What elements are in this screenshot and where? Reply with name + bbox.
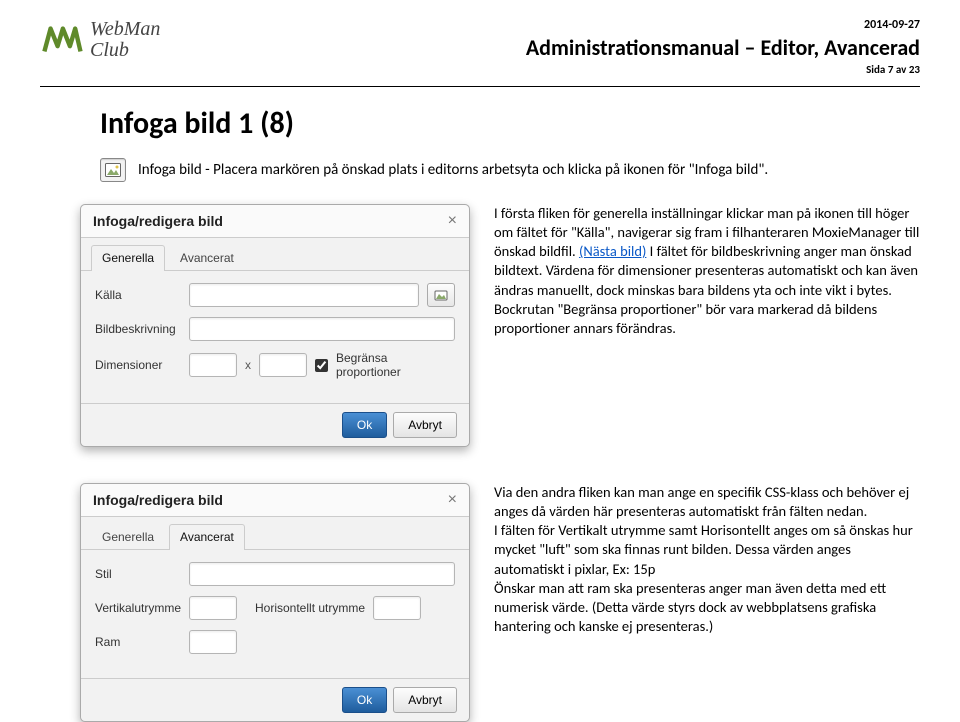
dialog-footer: Ok Avbryt (81, 403, 469, 446)
border-input[interactable] (189, 630, 237, 654)
hspace-input[interactable] (373, 596, 421, 620)
dims-x: x (245, 358, 251, 372)
row-space: Vertikalutrymme Horisontellt utrymme (95, 596, 455, 620)
row-style: Stil (95, 562, 455, 586)
logo-icon (40, 18, 84, 62)
page-title: Infoga bild 1 (8) (100, 105, 920, 142)
section-2: Infoga/redigera bild × Generella Avancer… (80, 483, 920, 722)
row-border: Ram (95, 630, 455, 654)
close-icon-2[interactable]: × (448, 492, 457, 508)
logo: WebMan Club (40, 18, 160, 62)
dialog-footer-2: Ok Avbryt (81, 678, 469, 721)
dialog-body: Källa Bildbeskrivning Dimensioner x (81, 271, 469, 403)
dialog-titlebar: Infoga/redigera bild × (81, 205, 469, 238)
section-1: Infoga/redigera bild × Generella Avancer… (80, 204, 920, 447)
width-input[interactable] (189, 353, 237, 377)
vspace-input[interactable] (189, 596, 237, 620)
tab-advanced[interactable]: Avancerat (169, 245, 245, 271)
browse-button[interactable] (427, 283, 455, 307)
ok-button[interactable]: Ok (342, 412, 387, 438)
intro-text: Infoga bild - Placera markören på önskad… (138, 161, 768, 179)
height-input[interactable] (259, 353, 307, 377)
next-image-link[interactable]: (Nästa bild) (579, 242, 646, 260)
logo-line2: Club (90, 40, 160, 61)
ok-button-2[interactable]: Ok (342, 687, 387, 713)
insert-image-icon (100, 158, 126, 182)
dialog-body-2: Stil Vertikalutrymme Horisontellt utrymm… (81, 550, 469, 678)
dialog-titlebar-2: Infoga/redigera bild × (81, 484, 469, 517)
doc-title: Administrationsmanual – Editor, Avancera… (526, 34, 920, 61)
dialog-advanced: Infoga/redigera bild × Generella Avancer… (80, 483, 470, 722)
dialog-title: Infoga/redigera bild (93, 213, 223, 229)
intro-row: Infoga bild - Placera markören på önskad… (100, 158, 920, 182)
page-number: Sida 7 av 23 (526, 63, 920, 76)
desc-2: Via den andra fliken kan man ange en spe… (494, 483, 920, 636)
label-desc: Bildbeskrivning (95, 322, 181, 336)
dialog-tabs: Generella Avancerat (81, 238, 469, 271)
row-dims: Dimensioner x Begränsa proportioner (95, 351, 455, 379)
constrain-label: Begränsa proportioner (336, 351, 455, 379)
tab-general-2[interactable]: Generella (91, 524, 165, 550)
header-rule (40, 86, 920, 87)
browse-icon (434, 288, 448, 302)
cancel-button-2[interactable]: Avbryt (393, 687, 457, 713)
label-hspace: Horisontellt utrymme (255, 601, 365, 615)
tab-advanced-2[interactable]: Avancerat (169, 524, 245, 550)
page-header: WebMan Club 2014-09-27 Administrationsma… (40, 18, 920, 76)
header-right: 2014-09-27 Administrationsmanual – Edito… (526, 18, 920, 76)
label-dims: Dimensioner (95, 358, 181, 372)
row-desc: Bildbeskrivning (95, 317, 455, 341)
row-source: Källa (95, 283, 455, 307)
constrain-checkbox[interactable] (315, 359, 328, 372)
style-input[interactable] (189, 562, 455, 586)
logo-line1: WebMan (90, 19, 160, 40)
desc-1: I första fliken för generella inställnin… (494, 204, 920, 338)
dialog-tabs-2: Generella Avancerat (81, 517, 469, 550)
label-vspace: Vertikalutrymme (95, 601, 181, 615)
logo-text: WebMan Club (90, 19, 160, 61)
label-style: Stil (95, 567, 181, 581)
tab-general[interactable]: Generella (91, 245, 165, 271)
cancel-button[interactable]: Avbryt (393, 412, 457, 438)
desc-input[interactable] (189, 317, 455, 341)
dialog-title-2: Infoga/redigera bild (93, 492, 223, 508)
dialog-general: Infoga/redigera bild × Generella Avancer… (80, 204, 470, 447)
label-source: Källa (95, 288, 181, 302)
close-icon[interactable]: × (448, 213, 457, 229)
doc-date: 2014-09-27 (526, 18, 920, 32)
label-border: Ram (95, 635, 181, 649)
source-input[interactable] (189, 283, 419, 307)
